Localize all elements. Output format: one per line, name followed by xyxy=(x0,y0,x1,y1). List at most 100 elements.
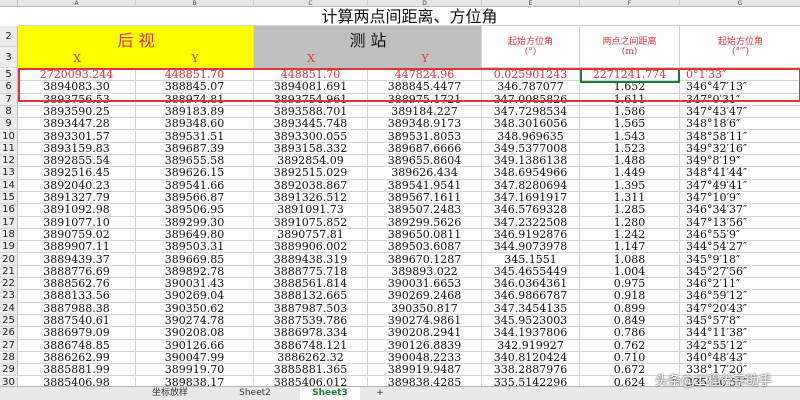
table-cell[interactable]: 390208.2941 xyxy=(368,327,482,340)
column-header-d[interactable]: D xyxy=(368,0,482,7)
table-cell[interactable]: 345.9523003 xyxy=(482,315,580,328)
table-cell[interactable]: 389506.95 xyxy=(136,204,254,217)
sheet-title[interactable]: 计算两点间距离、方位角 xyxy=(18,7,800,26)
table-cell[interactable]: 389626.15 xyxy=(136,167,254,180)
table-cell[interactable]: 448851.70 xyxy=(136,69,254,82)
table-cell[interactable]: 346.9192876 xyxy=(482,228,580,242)
table-cell[interactable]: 390208.08 xyxy=(136,327,254,340)
table-cell[interactable]: 0.849 xyxy=(580,315,680,328)
table-cell[interactable]: 342°55′12″ xyxy=(680,340,800,352)
spreadsheet-grid[interactable]: ABCDEFGK 1235678910111213141516171819202… xyxy=(0,0,800,386)
column-header-f[interactable]: F xyxy=(580,0,680,7)
table-cell[interactable]: 3893300.055 xyxy=(254,130,368,143)
table-cell[interactable]: 1.523 xyxy=(580,142,680,156)
table-cell[interactable]: 389567.1611 xyxy=(368,192,482,205)
table-cell[interactable]: 389893.022 xyxy=(368,265,482,279)
table-cell[interactable]: 3886748.121 xyxy=(254,339,368,352)
sheet-tab[interactable]: 坐标放样 xyxy=(130,387,210,400)
table-cell[interactable]: 3890759.02 xyxy=(18,228,136,242)
table-cell[interactable]: 390350.62 xyxy=(136,302,254,315)
table-cell[interactable]: 389507.2483 xyxy=(368,204,482,217)
table-cell[interactable]: 347.2322508 xyxy=(482,216,580,229)
table-cell[interactable]: 389299.30 xyxy=(136,216,254,229)
table-cell[interactable]: 389348.9173 xyxy=(368,118,482,131)
table-cell[interactable]: 3885406.98 xyxy=(18,376,136,386)
table-cell[interactable]: 340.8120424 xyxy=(482,351,580,365)
table-cell[interactable]: 348°18′6″ xyxy=(680,118,800,131)
row-header[interactable]: 20 xyxy=(0,253,18,266)
table-cell[interactable]: 3893754.961 xyxy=(254,93,368,106)
table-cell[interactable]: 3893590.25 xyxy=(18,105,136,119)
table-cell[interactable]: 1.395 xyxy=(580,179,680,192)
row-header[interactable]: 7 xyxy=(0,93,18,106)
table-cell[interactable]: 1.488 xyxy=(580,155,680,168)
table-cell[interactable]: 3891091.73 xyxy=(254,204,368,217)
table-cell[interactable]: 3885881.365 xyxy=(254,364,368,377)
table-cell[interactable]: 347°49′41″ xyxy=(680,180,800,192)
row-header[interactable]: 16 xyxy=(0,204,18,217)
table-cell[interactable]: 3892516.45 xyxy=(18,167,136,180)
table-cell[interactable]: 3891326.512 xyxy=(254,192,368,205)
row-header[interactable]: 14 xyxy=(0,179,18,192)
row-header[interactable]: 6 xyxy=(0,81,18,94)
table-cell[interactable]: 389687.39 xyxy=(136,142,254,156)
table-cell[interactable]: 0.786 xyxy=(580,327,680,340)
table-cell[interactable]: 389566.87 xyxy=(136,192,254,205)
station-header[interactable]: 测 站 X Y xyxy=(254,26,482,68)
table-cell[interactable]: 3888775.718 xyxy=(254,265,368,279)
table-cell[interactable]: 1.280 xyxy=(580,216,680,229)
table-cell[interactable]: 3886979.09 xyxy=(18,327,136,340)
table-cell[interactable]: 1.565 xyxy=(580,118,680,131)
table-cell[interactable]: 389541.9541 xyxy=(368,179,482,192)
table-cell[interactable]: 342.919927 xyxy=(482,339,580,352)
row-header[interactable]: 23 xyxy=(0,290,18,303)
table-cell[interactable]: 3892038.867 xyxy=(254,179,368,192)
table-cell[interactable]: 389531.51 xyxy=(136,130,254,143)
table-cell[interactable]: 1.652 xyxy=(580,81,680,94)
row-header[interactable]: 10 xyxy=(0,130,18,143)
table-cell[interactable]: 3892515.029 xyxy=(254,167,368,180)
table-cell[interactable]: 3891075.852 xyxy=(254,216,368,229)
table-cell[interactable]: 3887540.61 xyxy=(18,315,136,328)
table-cell[interactable]: 348.6954966 xyxy=(482,167,580,180)
start-azimuth-header[interactable]: 起始方位角 (°) xyxy=(482,26,580,68)
table-cell[interactable]: 349.5377008 xyxy=(482,142,580,156)
table-cell[interactable]: 347.3454135 xyxy=(482,302,580,315)
table-cell[interactable]: 389670.1287 xyxy=(368,253,482,266)
row-header[interactable]: 13 xyxy=(0,167,18,180)
select-all-corner[interactable] xyxy=(0,0,18,7)
table-cell[interactable]: 3889438.319 xyxy=(254,253,368,266)
table-cell[interactable]: 3887539.786 xyxy=(254,315,368,328)
table-cell[interactable]: 346.0364361 xyxy=(482,278,580,291)
table-cell[interactable]: 3885406.012 xyxy=(254,376,368,386)
table-cell[interactable]: 1.242 xyxy=(580,228,680,242)
table-cell[interactable]: 1.285 xyxy=(580,204,680,217)
table-cell[interactable]: 347°43′47″ xyxy=(680,106,800,119)
column-header-a[interactable]: A xyxy=(18,0,136,7)
table-cell[interactable]: 3891092.98 xyxy=(18,204,136,217)
table-cell[interactable]: 389838.4285 xyxy=(368,376,482,386)
table-cell[interactable]: 1.088 xyxy=(580,253,680,266)
table-cell[interactable]: 335.5142296 xyxy=(482,376,580,386)
row-header[interactable]: 21 xyxy=(0,265,18,279)
table-cell[interactable]: 349°8′19″ xyxy=(680,155,800,168)
table-cell[interactable]: 346.787077 xyxy=(482,81,580,94)
table-cell[interactable]: 388974.81 xyxy=(136,93,254,106)
table-cell[interactable]: 3888562.76 xyxy=(18,278,136,291)
table-cell[interactable]: 3886978.334 xyxy=(254,327,368,340)
table-cell[interactable]: 389184.227 xyxy=(368,105,482,119)
table-cell[interactable]: 390126.8839 xyxy=(368,339,482,352)
table-cell[interactable]: 390274.78 xyxy=(136,315,254,328)
table-cell[interactable]: 347°13′56″ xyxy=(680,217,800,229)
table-cell[interactable]: 1.543 xyxy=(580,130,680,143)
table-cell[interactable]: 345°9′18″ xyxy=(680,254,800,266)
table-cell[interactable]: 3887988.38 xyxy=(18,302,136,315)
table-cell[interactable]: 3893159.83 xyxy=(18,142,136,156)
table-cell[interactable]: 390031.43 xyxy=(136,278,254,291)
table-cell[interactable]: 3891077.10 xyxy=(18,216,136,229)
row-header[interactable]: 29 xyxy=(0,364,18,377)
table-cell[interactable]: 2271241.774 xyxy=(580,69,680,82)
start-azimuth-dms-header[interactable]: 起始方位角 (°′″) xyxy=(680,26,800,68)
table-cell[interactable]: 3887987.503 xyxy=(254,302,368,315)
table-cell[interactable]: 0.710 xyxy=(580,351,680,365)
